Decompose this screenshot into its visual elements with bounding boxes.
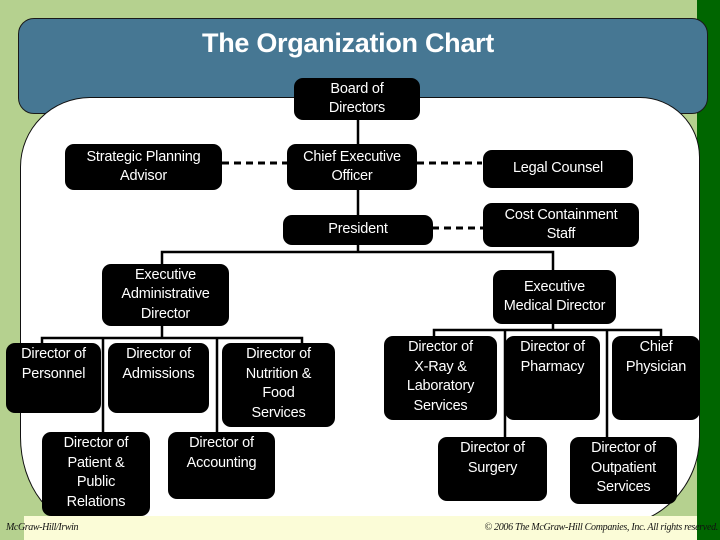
node-director-of-surgery[interactable]: Director of Surgery	[438, 437, 547, 501]
node-label: Director of Patient & Public Relations	[63, 435, 129, 510]
node-label: President	[328, 221, 388, 238]
footer-publisher: McGraw-Hill/Irwin	[6, 522, 79, 533]
node-label: Executive Administrative Director	[121, 266, 210, 322]
node-director-of-pharmacy[interactable]: Director of Pharmacy	[505, 336, 600, 420]
footer-copyright: © 2006 The McGraw-Hill Companies, Inc. A…	[484, 522, 719, 533]
node-label: Director of Pharmacy	[520, 339, 585, 375]
node-chief-physician[interactable]: Chief Physician	[612, 336, 700, 420]
node-label: Director of Outpatient Services	[591, 440, 656, 495]
node-director-of-xray-laboratory[interactable]: Director of X-Ray & Laboratory Services	[384, 336, 497, 420]
node-label: Strategic Planning Advisor	[86, 148, 201, 185]
node-director-of-nutrition[interactable]: Director of Nutrition & Food Services	[222, 343, 335, 427]
node-director-of-admissions[interactable]: Director of Admissions	[108, 343, 209, 413]
node-label: Cost Containment Staff	[504, 206, 618, 243]
node-president[interactable]: President	[283, 215, 433, 245]
node-executive-administrative-director[interactable]: Executive Administrative Director	[102, 264, 229, 326]
node-legal-counsel[interactable]: Legal Counsel	[483, 150, 633, 188]
node-director-of-outpatient-services[interactable]: Director of Outpatient Services	[570, 437, 677, 504]
node-cost-containment-staff[interactable]: Cost Containment Staff	[483, 203, 639, 247]
node-director-of-patient-relations[interactable]: Director of Patient & Public Relations	[42, 432, 150, 516]
node-label: Director of Surgery	[460, 440, 525, 476]
node-label: Chief Executive Officer	[303, 148, 401, 185]
node-label: Chief Physician	[625, 339, 687, 375]
node-board-of-directors[interactable]: Board of Directors	[294, 78, 420, 120]
node-chief-executive-officer[interactable]: Chief Executive Officer	[287, 144, 417, 190]
node-label: Executive Medical Director	[503, 278, 606, 315]
node-label: Board of Directors	[328, 80, 386, 117]
node-label: Director of X-Ray & Laboratory Services	[406, 339, 475, 414]
node-executive-medical-director[interactable]: Executive Medical Director	[493, 270, 616, 324]
node-label: Legal Counsel	[512, 160, 604, 177]
node-strategic-planning-advisor[interactable]: Strategic Planning Advisor	[65, 144, 222, 190]
node-label: Director of Personnel	[21, 346, 86, 382]
node-label: Director of Nutrition & Food Services	[245, 346, 312, 421]
node-director-of-accounting[interactable]: Director of Accounting	[168, 432, 275, 499]
node-label: Director of Admissions	[122, 346, 195, 382]
node-director-of-personnel[interactable]: Director of Personnel	[6, 343, 101, 413]
node-label: Director of Accounting	[186, 435, 257, 471]
